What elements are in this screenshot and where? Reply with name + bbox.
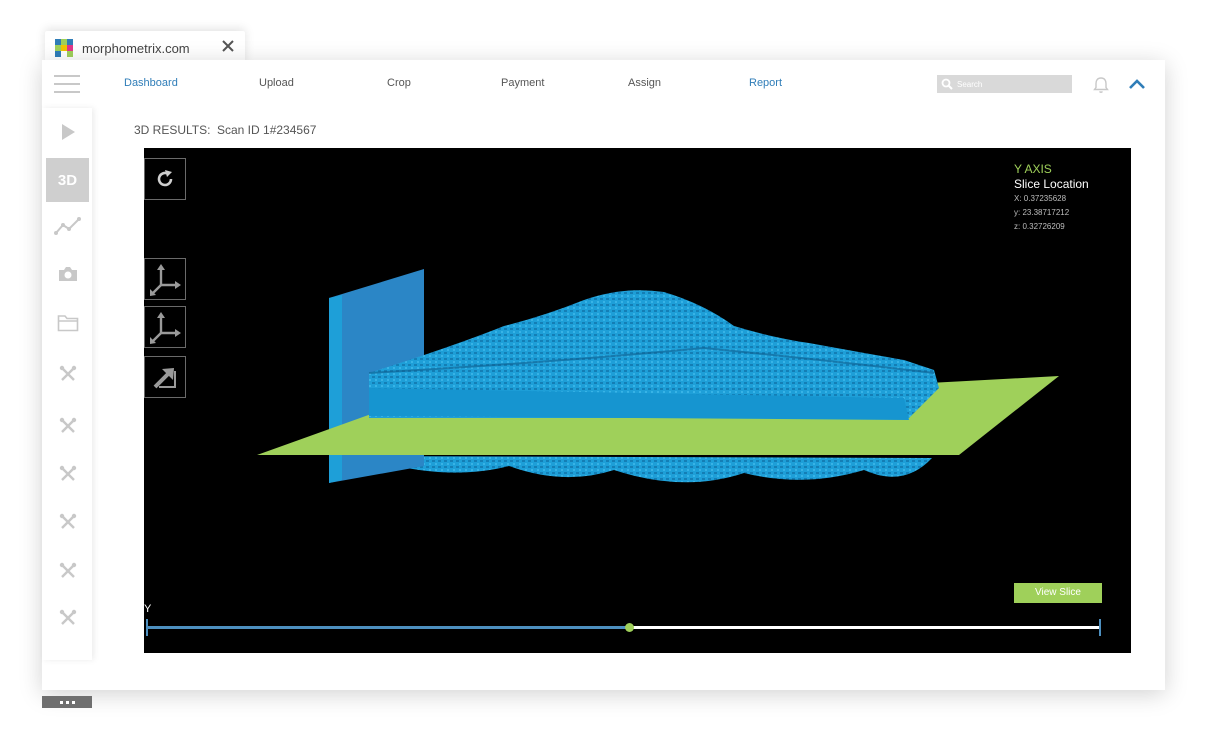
search-input[interactable]: [957, 79, 1067, 89]
close-icon[interactable]: [221, 39, 235, 53]
slider-fill: [148, 626, 629, 629]
top-nav-bar: Dashboard Upload Crop Payment Assign Rep…: [42, 60, 1165, 108]
sidebar-item-folder[interactable]: [46, 301, 89, 345]
sidebar-item-tools-1[interactable]: [46, 352, 89, 396]
expand-arrow-icon: [153, 368, 176, 389]
z-coordinate: z: 0.32726209: [1014, 222, 1065, 231]
nav-upload[interactable]: Upload: [259, 77, 294, 89]
search-box[interactable]: [937, 75, 1072, 93]
axis-title: Y AXIS: [1014, 162, 1052, 176]
nav-payment[interactable]: Payment: [501, 77, 544, 89]
slice-info-panel: Y AXIS Slice Location X: 0.37235628 y: 2…: [1014, 162, 1089, 234]
nav-dashboard[interactable]: Dashboard: [124, 77, 178, 89]
sidebar-item-3d[interactable]: 3D: [46, 158, 89, 202]
sidebar-item-chart[interactable]: [46, 204, 89, 248]
tools-icon: [59, 562, 76, 578]
3d-icon: 3D: [57, 171, 78, 189]
sidebar-item-tools-2[interactable]: [46, 404, 89, 448]
sidebar-item-camera[interactable]: [46, 252, 89, 296]
3d-viewer[interactable]: Y AXIS Slice Location X: 0.37235628 y: 2…: [144, 148, 1131, 653]
tools-icon: [59, 365, 76, 381]
more-icon[interactable]: [42, 696, 92, 708]
tools-icon: [59, 417, 76, 433]
x-coordinate: X: 0.37235628: [1014, 194, 1067, 203]
results-label: 3D RESULTS:: [134, 123, 211, 137]
nav-assign[interactable]: Assign: [628, 77, 661, 89]
sidebar-item-tools-3[interactable]: [46, 452, 89, 496]
chevron-up-icon[interactable]: [1128, 77, 1146, 91]
slice-location-title: Slice Location: [1014, 177, 1089, 191]
expand-view-button[interactable]: [144, 356, 186, 398]
line-chart-icon: [53, 217, 81, 235]
nav-crop[interactable]: Crop: [387, 77, 411, 89]
hamburger-menu-icon[interactable]: [54, 75, 80, 93]
tab-title: morphometrix.com: [82, 40, 190, 56]
tools-icon: [59, 465, 76, 481]
axis-icon: [150, 312, 181, 344]
tools-icon: [59, 609, 76, 625]
tools-icon: [59, 513, 76, 529]
slider-handle[interactable]: [624, 623, 634, 632]
sidebar-item-tools-4[interactable]: [46, 500, 89, 544]
sidebar-item-play[interactable]: [46, 110, 89, 154]
sidebar: 3D: [42, 108, 92, 708]
play-icon: [61, 124, 75, 140]
slider-axis-label: Y: [144, 603, 152, 615]
camera-icon: [58, 267, 77, 281]
axis-icon: [150, 264, 181, 296]
sidebar-item-tools-6[interactable]: [46, 596, 89, 640]
folder-icon: [57, 315, 78, 332]
axis-view-button-1[interactable]: [144, 258, 186, 300]
axis-view-button-2[interactable]: [144, 306, 186, 348]
slider-end-tick: [1099, 619, 1101, 636]
sidebar-item-tools-5[interactable]: [46, 549, 89, 593]
3d-model-render: [257, 269, 1059, 483]
nav-report[interactable]: Report: [749, 77, 782, 89]
view-slice-button[interactable]: View Slice: [1014, 583, 1102, 603]
refresh-icon: [157, 170, 173, 187]
y-coordinate: y: 23.38717212: [1014, 208, 1070, 217]
refresh-button[interactable]: [144, 158, 186, 200]
search-icon: [941, 78, 953, 90]
site-logo-icon: [55, 39, 73, 57]
app-window: Dashboard Upload Crop Payment Assign Rep…: [42, 60, 1165, 708]
bell-icon[interactable]: [1091, 75, 1111, 95]
scan-id: Scan ID 1#234567: [217, 123, 317, 137]
